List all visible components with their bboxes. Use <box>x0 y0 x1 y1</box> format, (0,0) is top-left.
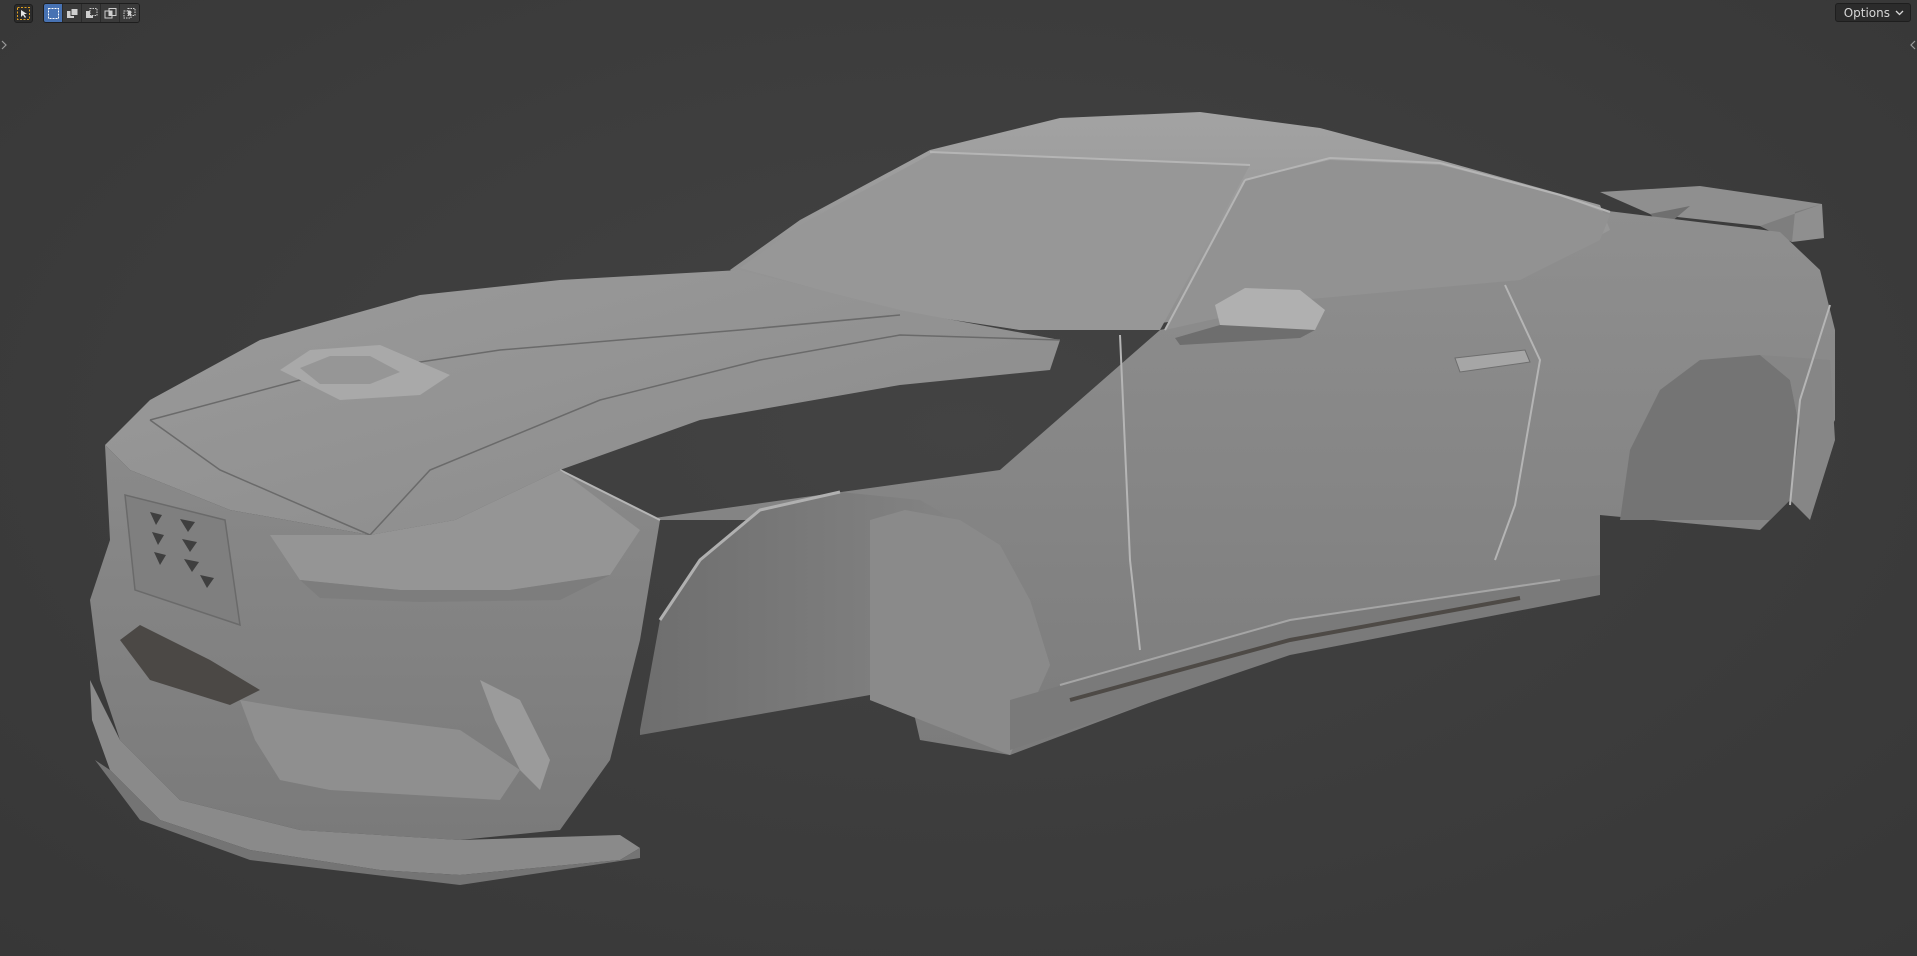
cursor-select-icon <box>17 7 30 20</box>
chevron-down-icon <box>1895 10 1904 16</box>
mode-invert-button[interactable] <box>101 4 120 22</box>
mode-intersect-button[interactable] <box>120 4 139 22</box>
right-sidebar-toggle[interactable] <box>1910 40 1916 52</box>
select-new-icon <box>47 7 60 20</box>
3d-viewport[interactable]: Options <box>0 0 1917 956</box>
mode-subtract-button[interactable] <box>82 4 101 22</box>
mode-new-button[interactable] <box>44 4 63 22</box>
select-subtract-icon <box>85 7 98 20</box>
chevron-right-icon <box>1 40 7 50</box>
mode-extend-button[interactable] <box>63 4 82 22</box>
tool-header <box>14 3 140 23</box>
select-tool-button[interactable] <box>14 4 33 23</box>
selection-mode-group <box>43 3 140 23</box>
car-body-model[interactable] <box>0 0 1917 956</box>
select-invert-icon <box>104 7 117 20</box>
chevron-left-icon <box>1910 40 1916 50</box>
options-label: Options <box>1844 6 1890 20</box>
select-extend-icon <box>66 7 79 20</box>
select-intersect-icon <box>123 7 136 20</box>
left-sidebar-toggle[interactable] <box>1 40 7 52</box>
options-dropdown[interactable]: Options <box>1835 3 1911 22</box>
